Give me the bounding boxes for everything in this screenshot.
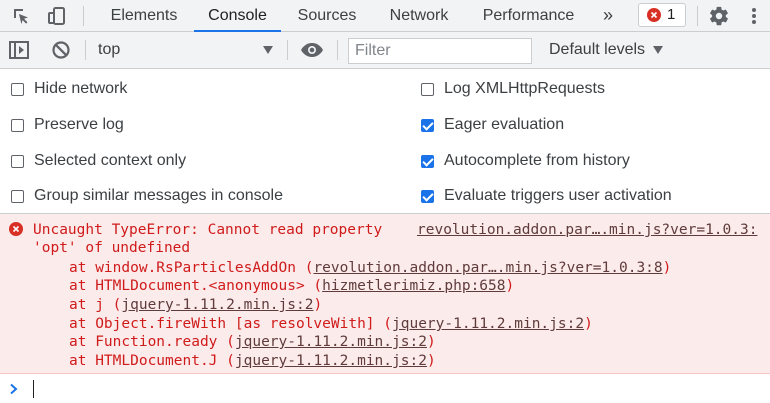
divider [83,6,84,26]
tab-console[interactable]: Console [194,0,281,32]
gear-icon[interactable] [707,4,731,28]
hide-network-option[interactable]: Hide network [11,77,127,101]
frame-text: ) [505,278,515,294]
inspect-element-icon[interactable] [9,4,33,28]
frame-text: ) [426,353,436,369]
group-similar-checkbox[interactable] [11,189,24,203]
stack-frame: at window.RsParticlesAddOn (revolution.a… [69,259,671,277]
hide-network-checkbox[interactable] [11,82,24,96]
option-label: Selected context only [34,152,187,169]
frame-link[interactable]: jquery-1.11.2.min.js:2 [121,297,313,313]
log-levels-dropdown[interactable]: Default levels [549,32,645,68]
frame-text: ) [313,297,323,313]
stack-frame: at HTMLDocument.<anonymous> (hizmetlerim… [69,277,514,295]
log-xhr-option[interactable]: Log XMLHttpRequests [421,77,605,101]
frame-link[interactable]: jquery-1.11.2.min.js:2 [392,316,584,332]
text-caret [33,380,34,398]
console-settings-pane: Hide network Preserve log Selected conte… [0,69,770,214]
device-toolbar-icon[interactable] [45,4,69,28]
filter-input[interactable] [348,38,532,64]
devtools-tab-bar: Elements Console Sources Network Perform… [0,0,770,32]
sidebar-toggle-icon[interactable] [7,38,31,62]
console-toolbar: top Default levels [0,32,770,69]
eager-evaluation-option[interactable]: Eager evaluation [421,113,564,137]
console-error-message: Uncaught TypeError: Cannot read property… [0,214,770,374]
divider [337,40,338,60]
option-label: Preserve log [34,116,124,133]
frame-link[interactable]: revolution.addon.par….min.js?ver=1.0.3:8 [313,260,662,276]
frame-text: at HTMLDocument.J ( [69,353,235,369]
error-icon [9,222,23,236]
kebab-menu-icon[interactable] [742,4,766,28]
more-tabs-button[interactable]: » [597,0,619,31]
prompt-chevron-icon [9,382,19,400]
frame-link[interactable]: jquery-1.11.2.min.js:2 [235,334,427,350]
frame-link[interactable]: jquery-1.11.2.min.js:2 [235,353,427,369]
divider [85,40,86,60]
frame-text: at window.RsParticlesAddOn ( [69,260,314,276]
chevron-down-icon [263,46,273,54]
chevron-down-icon [653,46,663,54]
tab-performance[interactable]: Performance [472,0,585,31]
option-label: Autocomplete from history [444,152,630,169]
tab-elements[interactable]: Elements [100,0,188,31]
divider [287,40,288,60]
option-label: Log XMLHttpRequests [444,80,605,97]
stack-frame: at HTMLDocument.J (jquery-1.11.2.min.js:… [69,352,436,370]
eager-evaluation-checkbox[interactable] [421,118,434,132]
error-icon [647,8,661,22]
tab-sources[interactable]: Sources [288,0,366,31]
frame-text: at Function.ready ( [69,334,235,350]
group-similar-option[interactable]: Group similar messages in console [11,184,283,208]
divider [697,6,698,26]
error-count-badge[interactable]: 1 [638,3,686,27]
evaluate-triggers-option[interactable]: Evaluate triggers user activation [421,184,672,208]
error-count: 1 [667,6,676,23]
frame-link[interactable]: hizmetlerimiz.php:658 [322,278,505,294]
tab-network[interactable]: Network [378,0,460,31]
autocomplete-history-checkbox[interactable] [421,154,434,168]
frame-text: at j ( [69,297,122,313]
stack-frame: at Function.ready (jquery-1.11.2.min.js:… [69,333,436,351]
frame-text: ) [426,334,436,350]
error-message-line: 'opt' of undefined [33,240,191,256]
stack-frame: at Object.fireWith [as resolveWith] (jqu… [69,315,593,333]
option-label: Group similar messages in console [34,187,283,204]
option-label: Evaluate triggers user activation [444,187,672,204]
live-expression-icon[interactable] [300,38,324,62]
frame-text: ) [662,260,672,276]
frame-text: at Object.fireWith [as resolveWith] ( [69,316,393,332]
frame-text: at HTMLDocument.<anonymous> ( [69,278,323,294]
clear-console-icon[interactable] [49,38,73,62]
console-prompt[interactable] [0,374,770,403]
selected-context-option[interactable]: Selected context only [11,149,186,173]
selected-context-checkbox[interactable] [11,154,24,168]
error-message-line: Uncaught TypeError: Cannot read property [33,222,383,238]
frame-text: ) [584,316,593,332]
autocomplete-history-option[interactable]: Autocomplete from history [421,149,630,173]
context-selector[interactable]: top [98,32,120,68]
stack-frame: at j (jquery-1.11.2.min.js:2) [69,296,322,314]
log-xhr-checkbox[interactable] [421,82,434,96]
option-label: Eager evaluation [444,116,565,133]
error-source-link[interactable]: revolution.addon.par….min.js?ver=1.0.3: [417,221,757,239]
evaluate-triggers-checkbox[interactable] [421,189,434,203]
preserve-log-option[interactable]: Preserve log [11,113,124,137]
preserve-log-checkbox[interactable] [11,118,24,132]
option-label: Hide network [34,80,128,97]
